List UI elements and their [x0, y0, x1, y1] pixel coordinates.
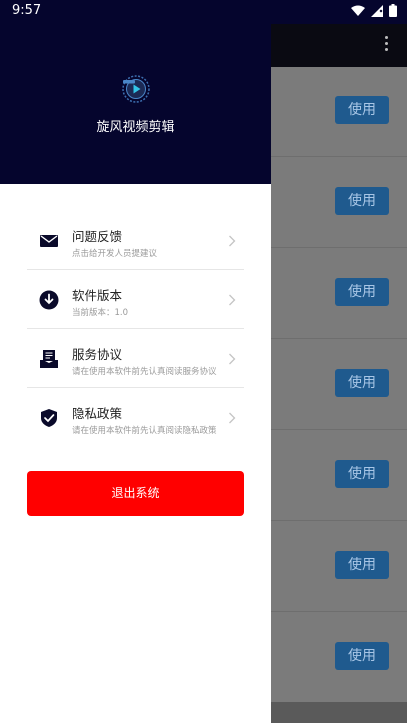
menu-item-title: 问题反馈 [72, 229, 123, 244]
status-time: 9:57 [12, 3, 42, 18]
status-bar: 9:57 [0, 0, 407, 24]
screen: 9:57 使用 使用 使用 使用 使用 使用 使用 旋风视频剪辑 问题反馈 点击… [0, 0, 407, 723]
mail-icon [40, 235, 58, 247]
signal-icon [371, 4, 383, 17]
status-icons [351, 4, 397, 17]
drawer-menu: 问题反馈 点击给开发人员提建议 软件版本 当前版本：1.0 服务协议 请在使用本… [27, 211, 244, 447]
menu-item-subtitle: 请在使用本软件前先认真阅读隐私政策 [72, 426, 217, 436]
battery-icon [389, 4, 397, 17]
use-button[interactable]: 使用 [335, 551, 389, 579]
use-button[interactable]: 使用 [335, 642, 389, 670]
chevron-right-icon [229, 235, 236, 247]
menu-item-service-agreement[interactable]: 服务协议 请在使用本软件前先认真阅读服务协议 [27, 329, 244, 388]
use-button[interactable]: 使用 [335, 187, 389, 215]
more-icon[interactable] [383, 36, 389, 54]
chevron-right-icon [229, 294, 236, 306]
use-button[interactable]: 使用 [335, 278, 389, 306]
menu-item-subtitle: 点击给开发人员提建议 [72, 249, 158, 259]
use-button[interactable]: 使用 [335, 96, 389, 124]
document-icon [40, 350, 58, 368]
wifi-icon [351, 5, 365, 16]
app-name: 旋风视频剪辑 [96, 120, 175, 135]
menu-item-subtitle: 请在使用本软件前先认真阅读服务协议 [72, 367, 217, 377]
app-logo-icon [122, 75, 150, 103]
chevron-right-icon [229, 412, 236, 424]
menu-item-feedback[interactable]: 问题反馈 点击给开发人员提建议 [27, 211, 244, 270]
menu-item-title: 服务协议 [72, 347, 123, 362]
navigation-drawer: 旋风视频剪辑 问题反馈 点击给开发人员提建议 软件版本 当前版本：1.0 服务协… [0, 0, 271, 723]
menu-item-title: 隐私政策 [72, 406, 123, 421]
chevron-right-icon [229, 353, 236, 365]
use-button[interactable]: 使用 [335, 460, 389, 488]
drawer-header: 旋风视频剪辑 [0, 0, 271, 184]
menu-item-privacy-policy[interactable]: 隐私政策 请在使用本软件前先认真阅读隐私政策 [27, 388, 244, 447]
menu-item-title: 软件版本 [72, 288, 123, 303]
use-button[interactable]: 使用 [335, 369, 389, 397]
shield-check-icon [41, 409, 57, 427]
menu-item-subtitle: 当前版本：1.0 [72, 308, 129, 318]
menu-item-version[interactable]: 软件版本 当前版本：1.0 [27, 270, 244, 329]
logout-button[interactable]: 退出系统 [27, 471, 244, 516]
download-icon [39, 290, 59, 310]
